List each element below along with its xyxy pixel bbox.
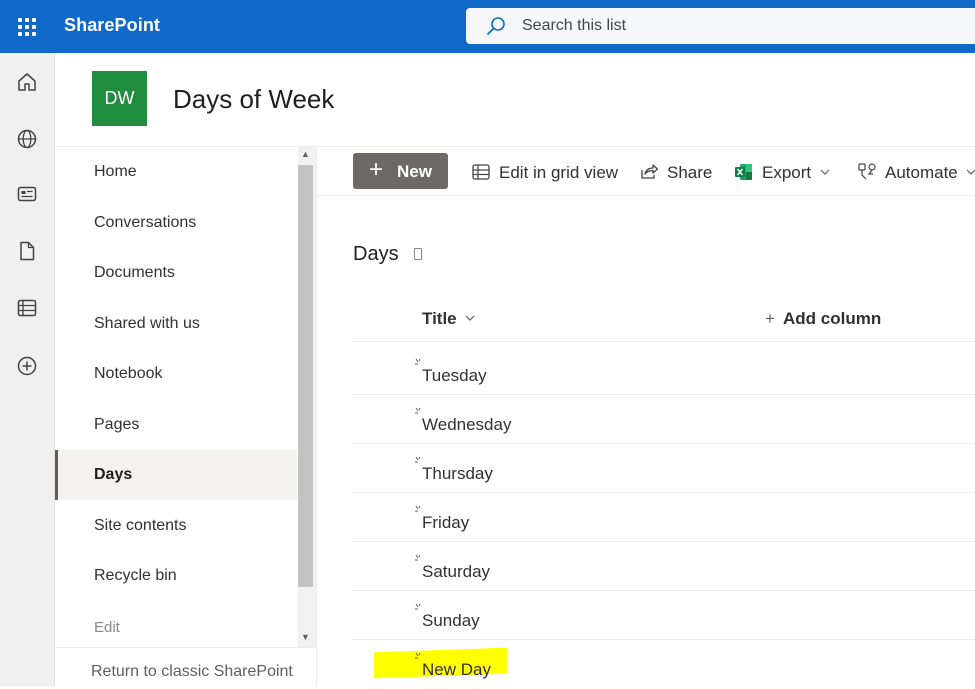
app-launcher-button[interactable] — [0, 0, 54, 53]
waffle-icon — [18, 17, 36, 36]
plus-icon: + — [369, 156, 384, 183]
automate-label: Automate — [885, 163, 958, 182]
new-button[interactable]: + New — [353, 153, 448, 189]
row-title[interactable]: Sunday — [422, 611, 480, 631]
add-column-label: Add column — [783, 309, 882, 328]
site-logo[interactable]: DW — [92, 71, 147, 126]
nav-item-label: Days — [94, 466, 133, 483]
share-icon — [641, 164, 659, 179]
site-logo-initials: DW — [104, 88, 135, 108]
list-row[interactable]: Saturday — [352, 542, 975, 591]
nav-item-documents[interactable]: Documents — [55, 248, 297, 298]
return-to-classic-link[interactable]: Return to classic SharePoint — [55, 647, 316, 687]
share-label: Share — [667, 163, 713, 182]
return-to-classic-label: Return to classic SharePoint — [91, 663, 293, 680]
nav-item-home[interactable]: Home — [55, 147, 297, 197]
nav-item-label: Site contents — [94, 517, 187, 534]
list-row[interactable]: Sunday — [352, 591, 975, 640]
lists-icon[interactable] — [15, 296, 39, 320]
nav-item-label: Documents — [94, 264, 175, 281]
news-icon[interactable] — [15, 182, 39, 206]
list-info-icon[interactable] — [414, 248, 422, 260]
nav-item-label: Pages — [94, 416, 140, 433]
share-button[interactable]: Share — [639, 162, 713, 184]
edit-in-grid-view-label: Edit in grid view — [499, 163, 619, 182]
create-icon[interactable] — [15, 354, 39, 378]
nav-item-label: Recycle bin — [94, 567, 177, 584]
grid-icon — [472, 164, 490, 180]
nav-item-conversations[interactable]: Conversations — [55, 198, 297, 248]
plus-icon: + — [765, 309, 775, 328]
excel-icon — [735, 164, 752, 180]
suite-bar: SharePoint Search this list — [0, 0, 975, 53]
app-bar — [0, 53, 55, 686]
row-title[interactable]: Wednesday — [422, 415, 511, 435]
nav-item-days[interactable]: Days — [55, 450, 297, 500]
left-navigation: Home Conversations Documents Shared with… — [55, 146, 317, 686]
scroll-up-arrow-icon[interactable]: ▲ — [301, 149, 310, 159]
nav-item-notebook[interactable]: Notebook — [55, 349, 297, 399]
row-title[interactable]: Tuesday — [422, 366, 487, 386]
list-row[interactable]: Thursday — [352, 444, 975, 493]
nav-edit-link[interactable]: Edit — [94, 619, 120, 636]
globe-icon[interactable] — [15, 127, 39, 151]
row-title[interactable]: Saturday — [422, 562, 490, 582]
automate-button[interactable]: Automate — [857, 162, 975, 184]
nav-item-shared-with-us[interactable]: Shared with us — [55, 299, 297, 349]
export-label: Export — [762, 163, 812, 182]
list-row[interactable]: New Day — [352, 640, 975, 689]
nav-item-label: Home — [94, 163, 137, 180]
column-header-title[interactable]: Title — [422, 309, 457, 329]
nav-item-recycle-bin[interactable]: Recycle bin — [55, 551, 297, 601]
row-title[interactable]: Thursday — [422, 464, 493, 484]
row-title[interactable]: New Day — [422, 660, 491, 680]
home-icon[interactable] — [15, 70, 39, 94]
column-title-label: Title — [422, 309, 457, 328]
site-title[interactable]: Days of Week — [173, 84, 334, 115]
list-row[interactable]: Wednesday — [352, 395, 975, 444]
chevron-down-icon — [966, 169, 975, 175]
nav-item-site-contents[interactable]: Site contents — [55, 501, 297, 551]
edit-in-grid-view-button[interactable]: Edit in grid view — [471, 162, 619, 184]
nav-item-label: Shared with us — [94, 315, 200, 332]
list-row[interactable]: Tuesday — [352, 346, 975, 395]
search-placeholder: Search this list — [522, 17, 627, 34]
nav-item-pages[interactable]: Pages — [55, 400, 297, 450]
automate-icon — [858, 163, 876, 180]
list-column-header: Title + Add column — [352, 294, 975, 342]
search-icon — [487, 17, 505, 35]
list-row[interactable]: Friday — [352, 493, 975, 542]
command-bar: + New Edit in grid view Share Export Aut… — [317, 146, 975, 196]
new-button-label: New — [397, 162, 432, 181]
scroll-down-arrow-icon[interactable]: ▼ — [301, 632, 310, 642]
app-name[interactable]: SharePoint — [64, 15, 160, 36]
nav-item-label: Notebook — [94, 365, 163, 382]
chevron-down-icon — [820, 169, 830, 175]
nav-item-label: Conversations — [94, 214, 197, 231]
export-button[interactable]: Export — [734, 162, 834, 184]
chevron-down-icon[interactable] — [464, 312, 476, 324]
search-box[interactable]: Search this list — [466, 8, 975, 44]
nav-scrollbar-thumb[interactable] — [298, 165, 313, 587]
list-title[interactable]: Days — [353, 243, 399, 266]
row-title[interactable]: Friday — [422, 513, 469, 533]
document-icon[interactable] — [15, 239, 39, 263]
